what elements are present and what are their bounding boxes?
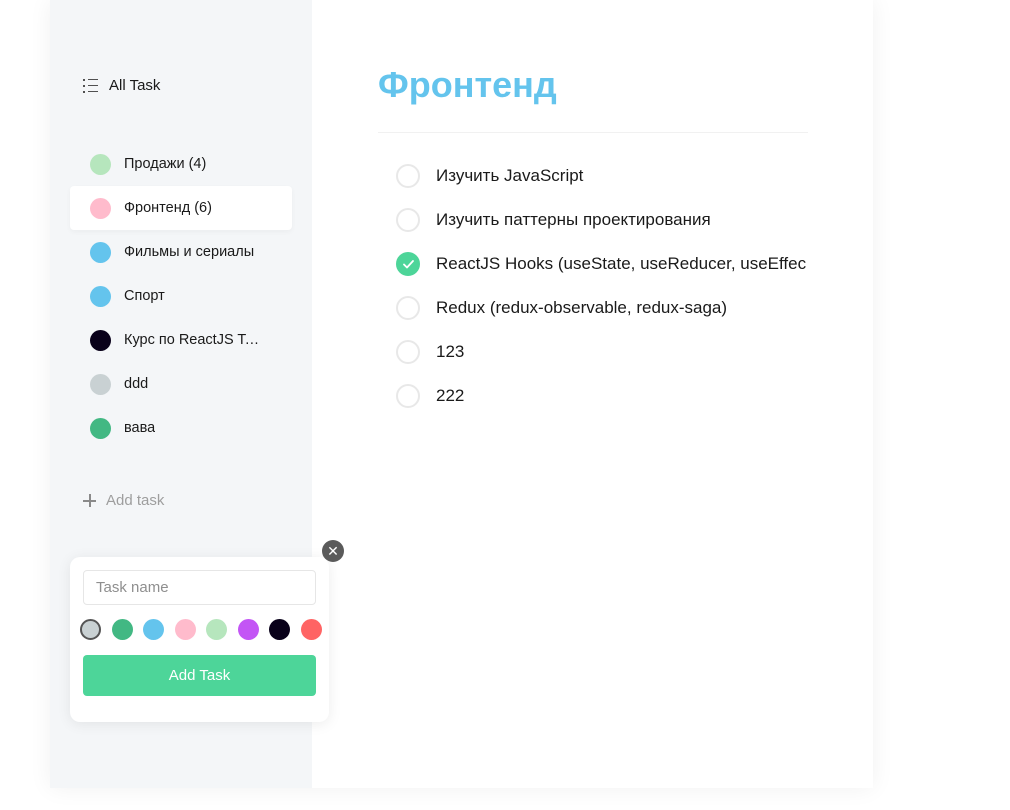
sidebar-folder-item[interactable]: Продажи (4) [70,142,292,186]
all-tasks-label: All Task [109,77,161,94]
task-text: 123 [436,342,465,361]
sidebar-folder-item[interactable]: Фронтенд (6) [70,186,292,230]
color-swatch[interactable] [80,619,101,640]
todo-app: All Task Продажи (4) Фронтенд (6) Фильмы и… [50,0,873,788]
task-item: Redux (redux-observable, redux-saga) [396,286,808,330]
sidebar: All Task Продажи (4) Фронтенд (6) Фильмы и… [50,0,344,788]
color-swatch[interactable] [206,619,227,640]
color-swatch[interactable] [269,619,290,640]
task-checkbox[interactable] [396,296,420,320]
task-checkbox[interactable] [396,340,420,364]
folder-color-dot [90,241,111,263]
folder-list: Продажи (4) Фронтенд (6) Фильмы и сериалы С… [70,142,292,450]
color-swatch[interactable] [300,619,322,640]
task-text: Redux (redux-observable, redux-saga) [436,298,728,317]
color-swatch[interactable] [111,619,133,640]
task-item: Изучить паттерны проектирования [396,198,808,242]
color-swatch[interactable] [174,619,196,640]
add-task-popup: Add Task [70,557,329,722]
folder-label: Курс по ReactJS ToDo [124,332,266,348]
close-icon: ✕ [327,542,339,559]
sidebar-folder-item[interactable]: Фильмы и сериалы [70,230,292,274]
task-list: Изучить JavaScript Изучить паттерны проек… [396,154,808,418]
task-item: ReactJS Hooks (useState, useReducer, use… [396,242,808,286]
folder-label: Фронтенд (6) [124,200,212,216]
task-text: Изучить паттерны проектирования [436,210,711,229]
task-text: Изучить JavaScript [436,166,584,185]
sidebar-folder-item[interactable]: Курс по ReactJS ToDo [70,318,292,362]
folder-label: вава [124,420,156,436]
color-swatch[interactable] [237,619,259,640]
folder-color-dot [90,329,111,351]
task-item: 123 [396,330,808,374]
folder-color-dot [90,373,111,395]
folder-label: Спорт [124,288,165,304]
folder-color-dot [90,153,111,175]
task-checkbox[interactable] [396,252,420,276]
sidebar-folder-item[interactable]: вава [70,406,292,450]
check-icon [402,259,414,268]
folder-color-dot [90,197,111,219]
task-text: ReactJS Hooks (useState, useReducer, use… [436,254,807,273]
list-icon [83,78,99,93]
task-checkbox[interactable] [396,164,420,188]
all-tasks-item[interactable]: All Task [83,77,160,94]
add-task-submit-button[interactable]: Add Task [83,655,316,696]
folder-color-dot [90,285,111,307]
color-swatch[interactable] [143,619,164,640]
title-divider [378,132,808,133]
plus-icon [83,494,96,507]
task-checkbox[interactable] [396,208,420,232]
main-content: Фронтенд Изучить JavaScript Изучить патте… [312,0,873,788]
folder-label: Продажи (4) [124,156,207,172]
color-picker [80,619,332,640]
task-item: 222 [396,374,808,418]
add-task-button[interactable]: Add task [83,492,164,509]
sidebar-folder-item[interactable]: ddd [70,362,292,406]
close-popup-button[interactable]: ✕ [322,540,344,562]
task-item: Изучить JavaScript [396,154,808,198]
task-name-input[interactable] [83,570,316,605]
task-text: 222 [436,386,465,405]
folder-label: ddd [124,376,149,392]
page-title: Фронтенд [378,64,557,105]
sidebar-folder-item[interactable]: Спорт [70,274,292,318]
folder-color-dot [90,417,111,439]
task-checkbox[interactable] [396,384,420,408]
add-task-label: Add task [106,492,165,509]
folder-label: Фильмы и сериалы [124,244,255,260]
